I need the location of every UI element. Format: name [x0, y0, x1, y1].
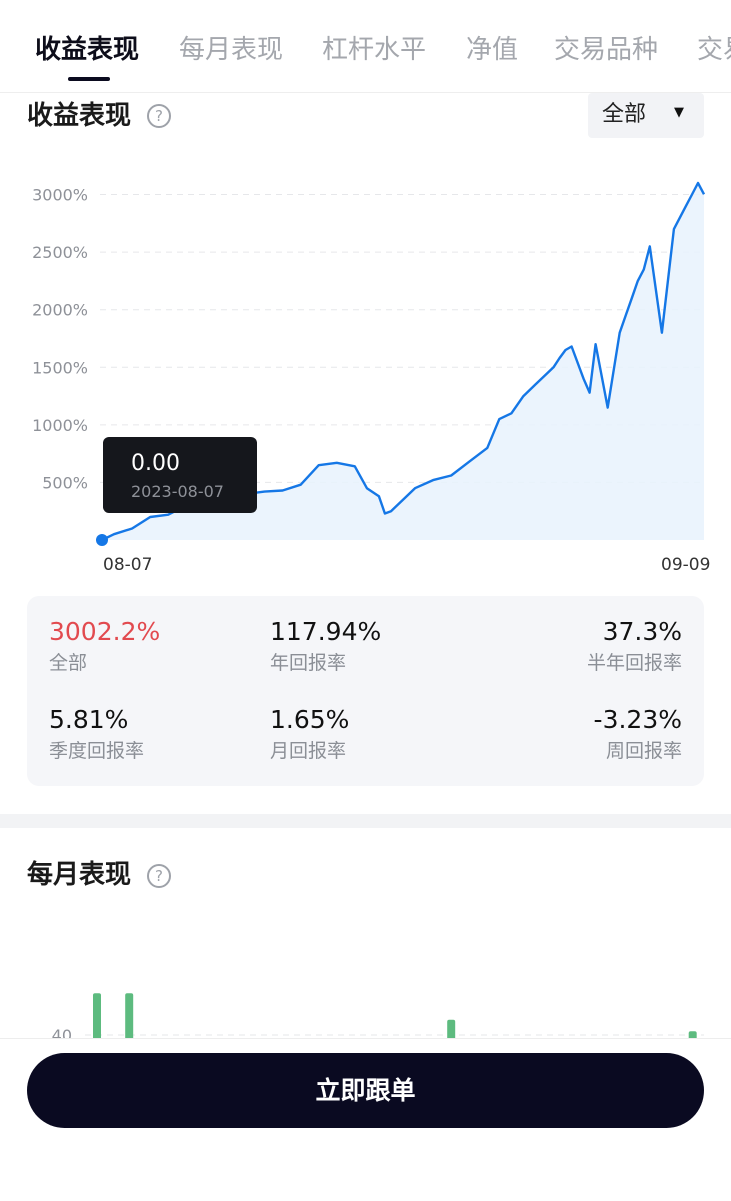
question-circle-icon[interactable]: ? — [147, 104, 171, 128]
chart-tooltip: 0.00 2023-08-07 — [103, 437, 257, 513]
y-tick-label: 500% — [42, 473, 88, 492]
stat-value: -3.23% — [593, 705, 682, 734]
range-select[interactable]: 全部 ▼ — [588, 93, 704, 138]
tab-performance[interactable]: 收益表现 — [35, 32, 139, 68]
section-divider — [0, 814, 731, 828]
question-circle-icon[interactable]: ? — [147, 864, 171, 888]
stat-value: 5.81% — [49, 705, 129, 734]
tab-leverage[interactable]: 杠杆水平 — [322, 32, 426, 68]
start-point-marker[interactable] — [96, 534, 108, 546]
stat-value: 1.65% — [270, 705, 350, 734]
x-axis-end-label: 09-09 — [661, 555, 711, 575]
tab-bar: 收益表现 每月表现 杠杆水平 净值 交易品种 交易 — [0, 0, 731, 93]
range-select-value: 全部 — [602, 102, 647, 127]
caret-down-icon: ▼ — [674, 105, 684, 120]
y-tick-label: 1000% — [32, 416, 88, 435]
tab-instruments[interactable]: 交易品种 — [554, 32, 658, 68]
tab-trades[interactable]: 交易 — [697, 32, 731, 68]
stat-value: 37.3% — [602, 617, 682, 646]
stat-label: 季度回报率 — [49, 740, 145, 762]
y-tick-label: 2500% — [32, 243, 88, 262]
stats-panel: 3002.2% 全部 117.94% 年回报率 37.3% 半年回报率 5.81… — [27, 596, 704, 786]
stat-month: 1.65% 月回报率 — [270, 704, 349, 764]
x-axis-start-label: 08-07 — [103, 555, 153, 575]
follow-button[interactable]: 立即跟单 — [27, 1053, 704, 1128]
performance-title: 收益表现 — [27, 101, 132, 131]
stat-quarter: 5.81% 季度回报率 — [49, 704, 144, 764]
monthly-chart: 40 — [52, 993, 704, 1039]
stat-label: 周回报率 — [605, 740, 682, 762]
tab-net-value[interactable]: 净值 — [466, 32, 518, 68]
tooltip-date: 2023-08-07 — [131, 482, 224, 501]
stat-label: 半年回报率 — [586, 652, 682, 674]
y-tick-label: 2000% — [32, 301, 88, 320]
tab-monthly[interactable]: 每月表现 — [179, 32, 283, 68]
stat-label: 年回报率 — [270, 652, 347, 674]
stat-annual: 117.94% 年回报率 — [270, 616, 381, 676]
stat-value: 117.94% — [270, 617, 382, 646]
active-tab-indicator — [68, 77, 110, 81]
month-bar[interactable] — [93, 993, 101, 1039]
stat-half-year: 37.3% 半年回报率 — [587, 616, 682, 676]
month-bar[interactable] — [447, 1019, 456, 1039]
monthly-title: 每月表现 — [27, 860, 132, 890]
stat-label: 全部 — [49, 652, 88, 674]
stat-week: -3.23% 周回报率 — [594, 704, 682, 764]
stat-total: 3002.2% 全部 — [49, 616, 160, 676]
y-tick-label: 3000% — [32, 186, 88, 205]
month-bar[interactable] — [125, 993, 134, 1039]
tooltip-value: 0.00 — [131, 451, 180, 476]
stat-value: 3002.2% — [49, 617, 161, 646]
y-tick-label: 1500% — [32, 358, 88, 377]
stat-label: 月回报率 — [270, 740, 347, 762]
